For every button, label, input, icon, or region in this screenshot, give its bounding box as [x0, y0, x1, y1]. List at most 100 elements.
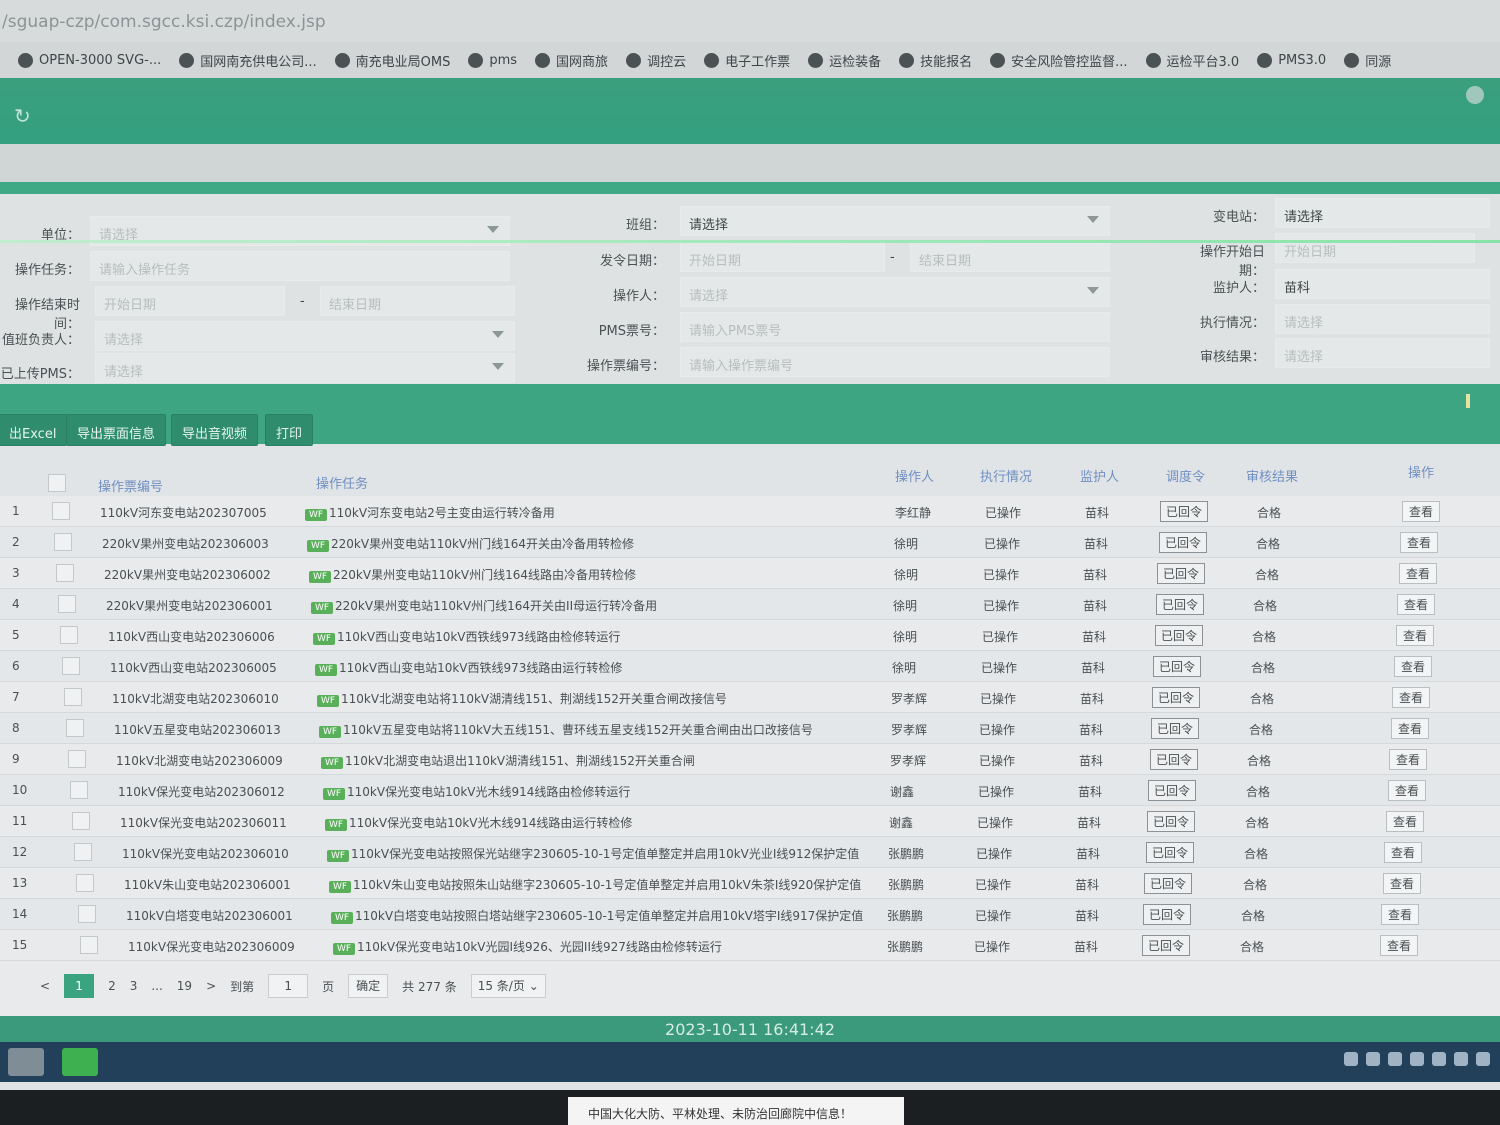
pms-no-input[interactable]: 请输入PMS票号: [680, 312, 1110, 342]
operator-select[interactable]: 请选择: [680, 277, 1110, 307]
export-excel-button[interactable]: 出Excel: [0, 414, 68, 446]
export-info-button[interactable]: 导出票面信息: [66, 414, 167, 446]
page-19-button[interactable]: 19: [177, 979, 192, 993]
table-row[interactable]: 14 110kV白塔变电站202306001 WF 110kV白塔变电站按照白塔站继字…: [0, 899, 1500, 930]
guardian-select[interactable]: 苗科: [1275, 269, 1490, 299]
row-checkbox[interactable]: [56, 564, 74, 582]
row-checkbox[interactable]: [58, 595, 76, 613]
table-row[interactable]: 11 110kV保光变电站202306011 WF 110kV保光变电站10kV光木线…: [0, 806, 1500, 837]
tray-icon[interactable]: [1454, 1052, 1468, 1066]
bookmark-item[interactable]: 安全风险管控监督...: [990, 51, 1128, 70]
row-checkbox[interactable]: [52, 502, 70, 520]
view-button[interactable]: 查看: [1402, 501, 1441, 522]
view-button[interactable]: 查看: [1380, 935, 1419, 956]
table-row[interactable]: 8 110kV五星变电站202306013 WF 110kV五星变电站将110kV大五…: [0, 713, 1500, 744]
bookmark-item[interactable]: 同源: [1344, 51, 1391, 70]
bookmark-item[interactable]: PMS3.0: [1257, 52, 1326, 68]
op-start-input[interactable]: 开始日期: [1275, 233, 1475, 263]
bookmark-item[interactable]: 南充电业局OMS: [334, 51, 450, 70]
bookmark-item[interactable]: 技能报名: [899, 51, 972, 70]
row-checkbox[interactable]: [74, 843, 92, 861]
view-button[interactable]: 查看: [1383, 873, 1422, 894]
page-2-button[interactable]: 2: [108, 979, 116, 993]
bookmark-item[interactable]: OPEN-3000 SVG-...: [18, 52, 161, 68]
goto-input[interactable]: 1: [268, 974, 309, 998]
bookmark-item[interactable]: 国网南充供电公司...: [179, 51, 317, 70]
table-row[interactable]: 4 220kV果州变电站202306001 WF 220kV果州变电站110kV州门线…: [0, 589, 1500, 620]
col-ticket-no[interactable]: 操作票编号: [98, 476, 163, 495]
table-row[interactable]: 12 110kV保光变电站202306010 WF 110kV保光变电站按照保光站继字…: [0, 837, 1500, 868]
table-row[interactable]: 10 110kV保光变电站202306012 WF 110kV保光变电站10kV光木线…: [0, 775, 1500, 806]
audit-select[interactable]: 请选择: [1275, 338, 1490, 368]
goto-confirm-button[interactable]: 确定: [348, 974, 389, 998]
bookmark-item[interactable]: pms: [468, 52, 517, 68]
refresh-icon[interactable]: ↻: [14, 104, 31, 128]
col-guardian[interactable]: 监护人: [1080, 466, 1119, 485]
issue-date-end-input[interactable]: 结束日期: [910, 242, 1110, 272]
prev-page-button[interactable]: <: [40, 979, 50, 993]
next-page-button[interactable]: >: [206, 979, 216, 993]
app-s-icon[interactable]: [62, 1048, 98, 1076]
tray-icon[interactable]: [1344, 1052, 1358, 1066]
page-1-button[interactable]: 1: [64, 974, 95, 998]
row-checkbox[interactable]: [66, 719, 84, 737]
page-size-select[interactable]: 15 条/页 ⌄: [470, 974, 546, 998]
duty-select[interactable]: 请选择: [95, 321, 515, 351]
end-time-end-input[interactable]: 结束日期: [320, 286, 515, 316]
table-row[interactable]: 1 110kV河东变电站202307005 WF 110kV河东变电站2号主变由运行转…: [0, 496, 1500, 527]
row-checkbox[interactable]: [80, 936, 98, 954]
row-checkbox[interactable]: [68, 750, 86, 768]
substation-select[interactable]: 请选择: [1275, 198, 1490, 228]
tray-icon[interactable]: [1366, 1052, 1380, 1066]
issue-date-start-input[interactable]: 开始日期: [680, 242, 885, 272]
col-operator[interactable]: 操作人: [895, 466, 934, 485]
row-checkbox[interactable]: [64, 688, 82, 706]
row-checkbox[interactable]: [78, 905, 96, 923]
table-row[interactable]: 7 110kV北湖变电站202306010 WF 110kV北湖变电站将110kV湖清…: [0, 682, 1500, 713]
view-button[interactable]: 查看: [1394, 656, 1433, 677]
bookmark-item[interactable]: 运检装备: [808, 51, 881, 70]
view-button[interactable]: 查看: [1389, 749, 1428, 770]
bookmark-item[interactable]: 运检平台3.0: [1145, 51, 1239, 70]
end-time-start-input[interactable]: 开始日期: [95, 286, 285, 316]
chat-icon[interactable]: [1466, 86, 1484, 104]
view-button[interactable]: 查看: [1386, 811, 1425, 832]
view-button[interactable]: 查看: [1399, 563, 1438, 584]
col-audit[interactable]: 审核结果: [1246, 466, 1298, 485]
ticket-no-input[interactable]: 请输入操作票编号: [680, 347, 1110, 377]
view-button[interactable]: 查看: [1396, 625, 1435, 646]
view-button[interactable]: 查看: [1397, 594, 1436, 615]
bookmark-item[interactable]: 电子工作票: [704, 51, 790, 70]
table-row[interactable]: 2 220kV果州变电站202306003 WF 220kV果州变电站110kV州门线…: [0, 527, 1500, 558]
row-checkbox[interactable]: [60, 626, 78, 644]
view-button[interactable]: 查看: [1400, 532, 1439, 553]
export-video-button[interactable]: 导出音视频: [171, 414, 259, 446]
table-row[interactable]: 5 110kV西山变电站202306006 WF 110kV西山变电站10kV西铁线9…: [0, 620, 1500, 651]
file-explorer-icon[interactable]: [8, 1048, 44, 1076]
task-input[interactable]: 请输入操作任务: [90, 251, 510, 281]
exec-select[interactable]: 请选择: [1275, 304, 1490, 334]
bookmark-item[interactable]: 调控云: [626, 51, 686, 70]
tray-icon[interactable]: [1388, 1052, 1402, 1066]
view-button[interactable]: 查看: [1381, 904, 1420, 925]
table-row[interactable]: 3 220kV果州变电站202306002 WF 220kV果州变电站110kV州门线…: [0, 558, 1500, 589]
tray-icon[interactable]: [1476, 1052, 1490, 1066]
table-row[interactable]: 15 110kV保光变电站202306009 WF 110kV保光变电站10kV光园I…: [0, 930, 1500, 961]
table-row[interactable]: 9 110kV北湖变电站202306009 WF 110kV北湖变电站退出110kV湖…: [0, 744, 1500, 775]
view-button[interactable]: 查看: [1388, 780, 1427, 801]
col-status[interactable]: 执行情况: [980, 466, 1032, 485]
row-checkbox[interactable]: [76, 874, 94, 892]
view-button[interactable]: 查看: [1391, 718, 1430, 739]
bookmark-item[interactable]: 国网商旅: [535, 51, 608, 70]
team-select[interactable]: 请选择: [680, 206, 1110, 236]
row-checkbox[interactable]: [72, 812, 90, 830]
view-button[interactable]: 查看: [1392, 687, 1431, 708]
pms-uploaded-select[interactable]: 请选择: [95, 353, 515, 383]
view-button[interactable]: 查看: [1384, 842, 1423, 863]
print-button[interactable]: 打印: [265, 414, 314, 446]
table-row[interactable]: 6 110kV西山变电站202306005 WF 110kV西山变电站10kV西铁线9…: [0, 651, 1500, 682]
row-checkbox[interactable]: [70, 781, 88, 799]
table-row[interactable]: 13 110kV朱山变电站202306001 WF 110kV朱山变电站按照朱山站继字…: [0, 868, 1500, 899]
page-3-button[interactable]: 3: [130, 979, 138, 993]
tray-icon[interactable]: [1432, 1052, 1446, 1066]
